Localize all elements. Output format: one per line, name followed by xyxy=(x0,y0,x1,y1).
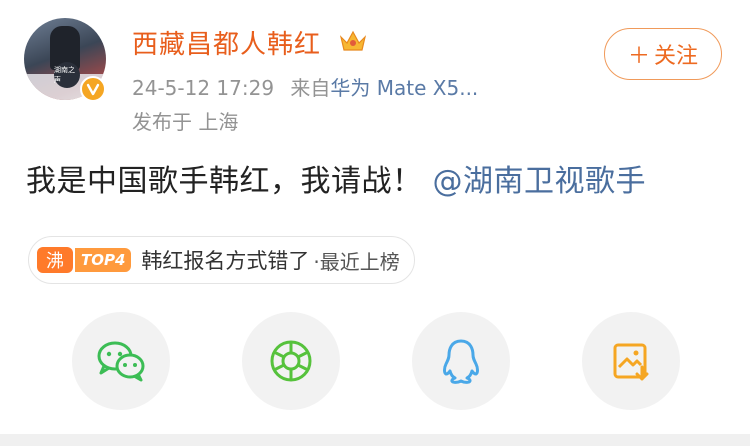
source-prefix: 来自 xyxy=(290,76,331,100)
post-body: 我是中国歌手韩红，我请战！ xyxy=(26,164,423,199)
qq-icon xyxy=(443,339,479,384)
trending-title: 韩红报名方式错了 xyxy=(141,249,310,273)
follow-button[interactable]: ＋ 关注 xyxy=(604,28,722,80)
wechat-icon xyxy=(97,341,145,382)
save-image-icon xyxy=(613,343,649,381)
username[interactable]: 西藏昌都人韩红 xyxy=(132,24,321,61)
mention-link[interactable]: @湖南卫视歌手 xyxy=(433,164,647,199)
verified-badge-icon xyxy=(80,76,106,102)
plus-icon: ＋ xyxy=(627,44,650,69)
post-meta: 24-5-12 17:29 来自华为 Mate X5... xyxy=(132,72,478,101)
hot-icon: 沸 xyxy=(37,247,73,273)
bottom-divider xyxy=(0,434,750,446)
avatar-circle-badge: 湖南之声 xyxy=(54,62,80,88)
share-moments-button[interactable] xyxy=(242,312,340,410)
crown-icon xyxy=(338,28,368,58)
save-image-button[interactable] xyxy=(582,312,680,410)
share-qq-button[interactable] xyxy=(412,312,510,410)
follow-label: 关注 xyxy=(654,44,699,69)
post-text: 我是中国歌手韩红，我请战！ @湖南卫视歌手 xyxy=(26,156,646,200)
moments-icon xyxy=(270,340,312,382)
trending-chip[interactable]: 沸 TOP4 韩红报名方式错了 ·最近上榜 xyxy=(28,236,415,284)
share-wechat-button[interactable] xyxy=(72,312,170,410)
post-timestamp: 24-5-12 17:29 xyxy=(132,76,275,100)
trending-rank-badge: TOP4 xyxy=(75,248,132,272)
trending-suffix: ·最近上榜 xyxy=(313,249,400,274)
post-device[interactable]: 华为 Mate X5... xyxy=(330,76,478,100)
post-location: 发布于 上海 xyxy=(132,110,239,134)
